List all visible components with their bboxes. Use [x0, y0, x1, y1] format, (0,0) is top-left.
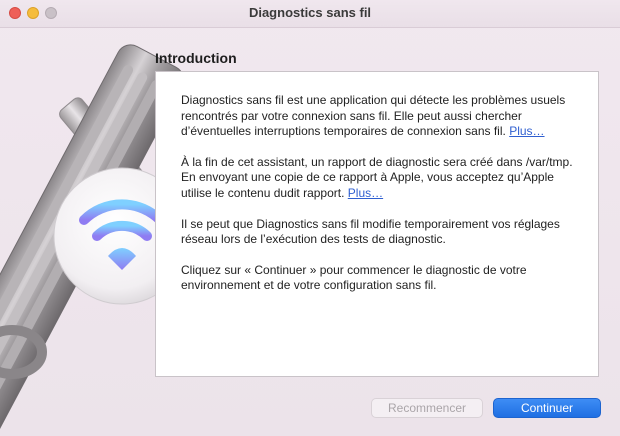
intro-paragraph-3: Il se peut que Diagnostics sans fil modi… [181, 216, 560, 247]
intro-paragraph-2: À la fin de cet assistant, un rapport de… [181, 155, 576, 202]
continue-button[interactable]: Continuer [493, 398, 601, 418]
introduction-text-box: Diagnostics sans fil est une application… [155, 71, 599, 377]
section-title: Introduction [155, 50, 237, 66]
intro-paragraph-1: Diagnostics sans fil est une application… [181, 93, 576, 140]
more-info-link-2[interactable]: Plus… [348, 186, 383, 200]
restart-button[interactable]: Recommencer [371, 398, 483, 418]
title-bar[interactable]: Diagnostics sans fil [0, 0, 620, 28]
more-info-link-1[interactable]: Plus… [509, 124, 544, 138]
wireless-diagnostics-window: Diagnostics sans fil Introduction Diagno… [0, 0, 620, 436]
window-title: Diagnostics sans fil [248, 5, 372, 20]
intro-paragraph-1-text: Diagnostics sans fil est une application… [181, 93, 566, 139]
intro-paragraph-4: Cliquez sur « Continuer » pour commencer… [181, 262, 527, 293]
